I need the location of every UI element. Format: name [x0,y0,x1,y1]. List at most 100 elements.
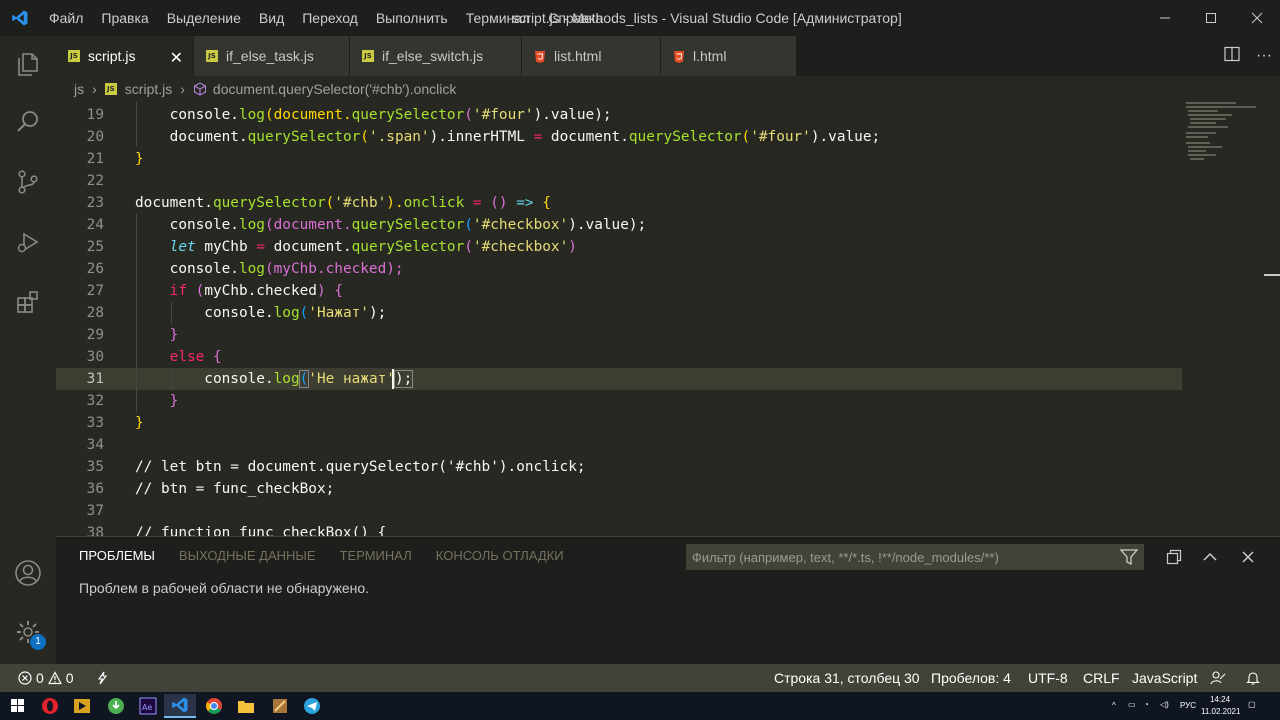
line-number: 30 [86,349,104,365]
code-line: 20 document.querySelector('.span').inner… [56,126,1182,148]
archiver-icon[interactable] [264,694,296,718]
input-language[interactable]: РУС [1180,701,1196,710]
code-line: 36// btn = func_checkBox; [56,478,1182,500]
file-explorer-icon[interactable] [230,694,262,718]
feedback-icon[interactable] [1210,664,1226,692]
windows-start-icon[interactable] [2,694,34,718]
menu-file[interactable]: Файл [40,0,92,36]
telegram-icon[interactable] [296,694,328,718]
warning-count: 0 [65,670,74,686]
tab-l-html[interactable]: l.html [661,36,797,76]
line-number: 25 [86,239,104,255]
code-line: 32 } [56,390,1182,412]
indent-guide [136,102,137,146]
tab-if-else-task-js[interactable]: JS if_else_task.js [194,36,350,76]
indent-guide [136,214,137,412]
breadcrumb-symbol[interactable]: document.querySelector('#chb').onclick [213,81,456,97]
run-debug-icon[interactable] [0,214,56,270]
language-mode[interactable]: JavaScript [1132,664,1197,692]
explorer-icon[interactable] [0,36,56,92]
wifi-icon[interactable]: ◔ [1144,700,1149,709]
lightning-icon[interactable] [96,664,108,692]
menu-help[interactable]: Справка [539,0,612,36]
clock-date: 11.02.2021 [1201,707,1241,716]
tab-list-html[interactable]: list.html [522,36,661,76]
after-effects-icon[interactable]: Ae [132,694,164,718]
tab-close-icon[interactable]: ✕ [170,48,183,68]
tab-if-else-switch-js[interactable]: JS if_else_switch.js [350,36,522,76]
tab-output[interactable]: ВЫХОДНЫЕ ДАННЫЕ [167,537,328,575]
tab-terminal[interactable]: ТЕРМИНАЛ [328,537,424,575]
tab-debug-console[interactable]: КОНСОЛЬ ОТЛАДКИ [424,537,576,575]
search-icon[interactable] [0,94,56,150]
volume-icon[interactable]: ◁) [1160,700,1169,709]
activity-bar: 1 [0,36,56,664]
js-file-icon: JS [104,83,117,95]
close-icon[interactable] [1234,0,1280,36]
filter-icon[interactable] [1117,545,1141,569]
torrent-client-icon[interactable] [100,694,132,718]
settings-gear-icon[interactable]: 1 [0,604,56,660]
symbol-cube-icon [193,82,207,96]
problems-status[interactable]: 0 0 [18,664,74,692]
html5-file-icon [673,50,685,63]
code-line: 22 [56,170,1182,192]
code-line: 28 console.log('Нажат'); [56,302,1182,324]
code-line: 37 [56,500,1182,522]
menu-edit[interactable]: Правка [92,0,157,36]
scrollbar-marker[interactable] [1264,274,1280,276]
tab-problems[interactable]: ПРОБЛЕМЫ [56,537,167,575]
problems-filter-input[interactable] [686,544,1144,570]
encoding[interactable]: UTF-8 [1028,664,1068,692]
extensions-icon[interactable] [0,274,56,330]
tab-script-js[interactable]: JS script.js ✕ [56,36,194,76]
close-panel-icon[interactable] [1236,545,1260,569]
menu-view[interactable]: Вид [250,0,293,36]
text-cursor [392,369,394,389]
menu-go[interactable]: Переход [293,0,367,36]
menu-run[interactable]: Выполнить [367,0,457,36]
tab-label: if_else_task.js [226,48,314,64]
more-actions-icon[interactable]: ··· [1248,47,1280,65]
maximize-panel-icon[interactable] [1198,545,1222,569]
code-line-current: 31 console.log('Не нажат'); [56,368,1182,390]
line-number: 29 [86,327,104,343]
notifications-bell-icon[interactable] [1246,664,1260,692]
code-line: 27 if (myChb.checked) { [56,280,1182,302]
tray-chevron-icon[interactable]: ^ [1112,701,1116,710]
code-editor[interactable]: 19 console.log(document.querySelector('#… [56,102,1280,536]
opera-browser-icon[interactable] [34,694,66,718]
code-line: 34 [56,434,1182,456]
indent-guide [171,302,172,324]
end-of-line[interactable]: CRLF [1083,664,1120,692]
collapse-all-icon[interactable] [1162,545,1186,569]
breadcrumb-file[interactable]: script.js [125,81,172,97]
source-control-icon[interactable] [0,154,56,210]
tab-label: list.html [554,48,602,64]
line-number: 36 [86,481,104,497]
chrome-icon[interactable] [198,694,230,718]
media-player-icon[interactable] [66,694,98,718]
indentation[interactable]: Пробелов: 4 [931,664,1011,692]
menu-selection[interactable]: Выделение [158,0,250,36]
breadcrumb-folder[interactable]: js [74,81,84,97]
line-number: 32 [86,393,104,409]
minimize-icon[interactable] [1142,0,1188,36]
title-bar: Файл Правка Выделение Вид Переход Выполн… [0,0,1280,36]
split-editor-icon[interactable] [1216,46,1248,67]
minimap[interactable] [1182,102,1268,536]
cursor-position[interactable]: Строка 31, столбец 30 [774,664,920,692]
line-number: 20 [86,129,104,145]
maximize-icon[interactable] [1188,0,1234,36]
account-icon[interactable] [0,545,56,601]
vscode-taskbar-icon[interactable] [164,694,196,718]
code-line: 25 let myChb = document.querySelector('#… [56,236,1182,258]
code-line: 21} [56,148,1182,170]
menu-terminal[interactable]: Терминал [457,0,539,36]
action-center-icon[interactable]: ▢ [1248,700,1256,709]
network-icon[interactable]: ▭ [1128,700,1136,709]
code-line: 26 console.log(myChb.checked); [56,258,1182,280]
svg-text:Ae: Ae [142,703,152,712]
breadcrumb: js › JS script.js › document.querySelect… [56,76,1280,102]
warning-icon [47,671,62,685]
